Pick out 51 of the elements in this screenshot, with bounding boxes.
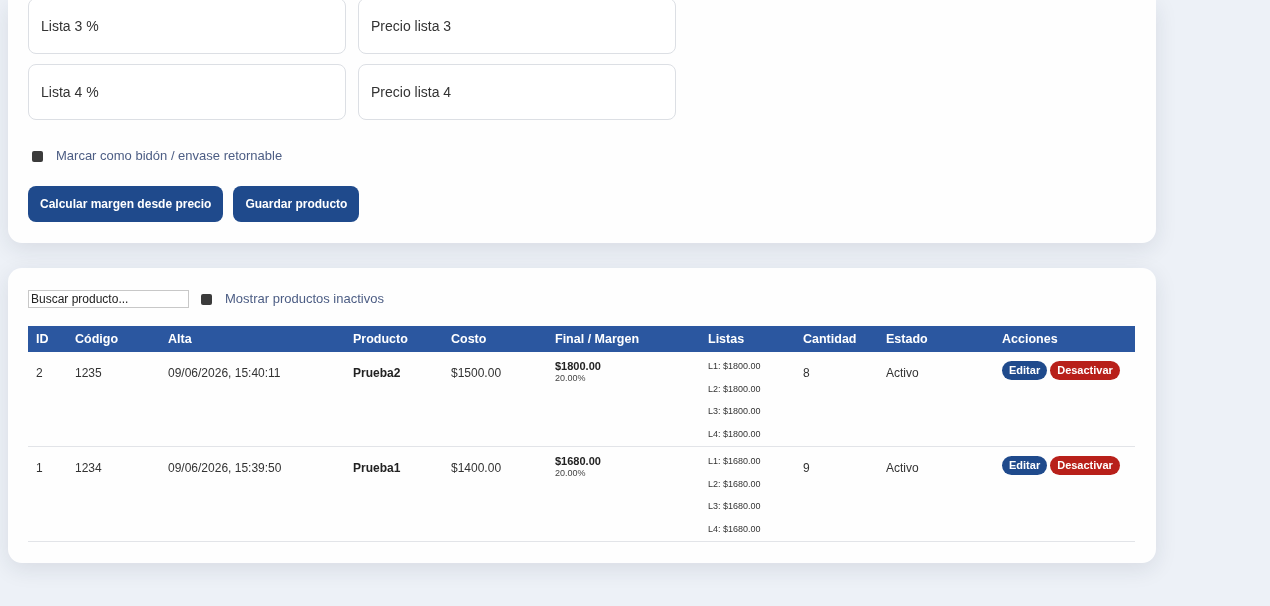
action-button[interactable]: Guardar producto [233,186,360,222]
list-price: L2: $1680.00 [708,477,762,491]
table-cell: 9 [803,461,810,475]
list-price: L4: $1680.00 [708,522,762,536]
column-header: Cantidad [795,326,878,352]
checkbox[interactable] [201,293,212,305]
table-cell: 1 [36,461,43,475]
margin-text: 20.00% [555,468,587,479]
edit-button[interactable]: Editar [1002,456,1048,475]
list-price: L1: $1800.00 [708,360,762,373]
list-price: L4: $1800.00 [708,427,762,441]
input-field[interactable]: Lista 3 % [28,0,346,54]
column-header: Final / Margen [547,326,700,352]
deactivate-button[interactable]: Desactivar [1050,361,1120,380]
column-header: Producto [345,326,443,352]
input-field[interactable]: Precio lista 4 [358,64,676,120]
column-header: Estado [878,326,994,352]
table-cell: 09/06/2026, 15:40:11 [168,366,281,380]
final-price: $1680.00 [555,455,602,468]
status-text: Activo [886,461,919,475]
checkbox-label: Marcar como bidón / envase retornable [56,148,283,164]
search-field[interactable]: Buscar producto... [28,290,189,308]
table-cell: 2 [36,366,43,380]
table-cell: 1235 [75,366,102,380]
final-price: $1800.00 [555,360,602,373]
column-header: Acciones [994,326,1135,352]
status-text: Activo [886,366,919,380]
column-header: ID [28,326,67,352]
edit-button[interactable]: Editar [1002,361,1048,380]
table-cell: 1234 [75,461,102,475]
checkbox[interactable] [32,150,43,162]
list-price: L3: $1680.00 [708,500,762,513]
input-field[interactable]: Lista 4 % [28,64,346,120]
column-header: Alta [160,326,345,352]
list-price: L3: $1800.00 [708,405,762,418]
list-price: L1: $1680.00 [708,455,762,468]
table-cell: Prueba1 [353,461,401,475]
table-cell: $1400.00 [451,461,502,475]
checkbox-label: Mostrar productos inactivos [225,291,384,307]
table-cell: 09/06/2026, 15:39:50 [168,461,282,475]
margin-text: 20.00% [555,373,587,384]
column-header: Costo [443,326,547,352]
input-field[interactable]: Precio lista 3 [358,0,676,54]
table-cell: Prueba2 [353,366,401,380]
column-header: Código [67,326,160,352]
action-button[interactable]: Calcular margen desde precio [28,186,224,222]
table-cell: 8 [803,366,810,380]
table-cell: $1500.00 [451,366,502,380]
column-header: Listas [700,326,795,352]
deactivate-button[interactable]: Desactivar [1050,456,1120,475]
list-price: L2: $1800.00 [708,382,762,396]
